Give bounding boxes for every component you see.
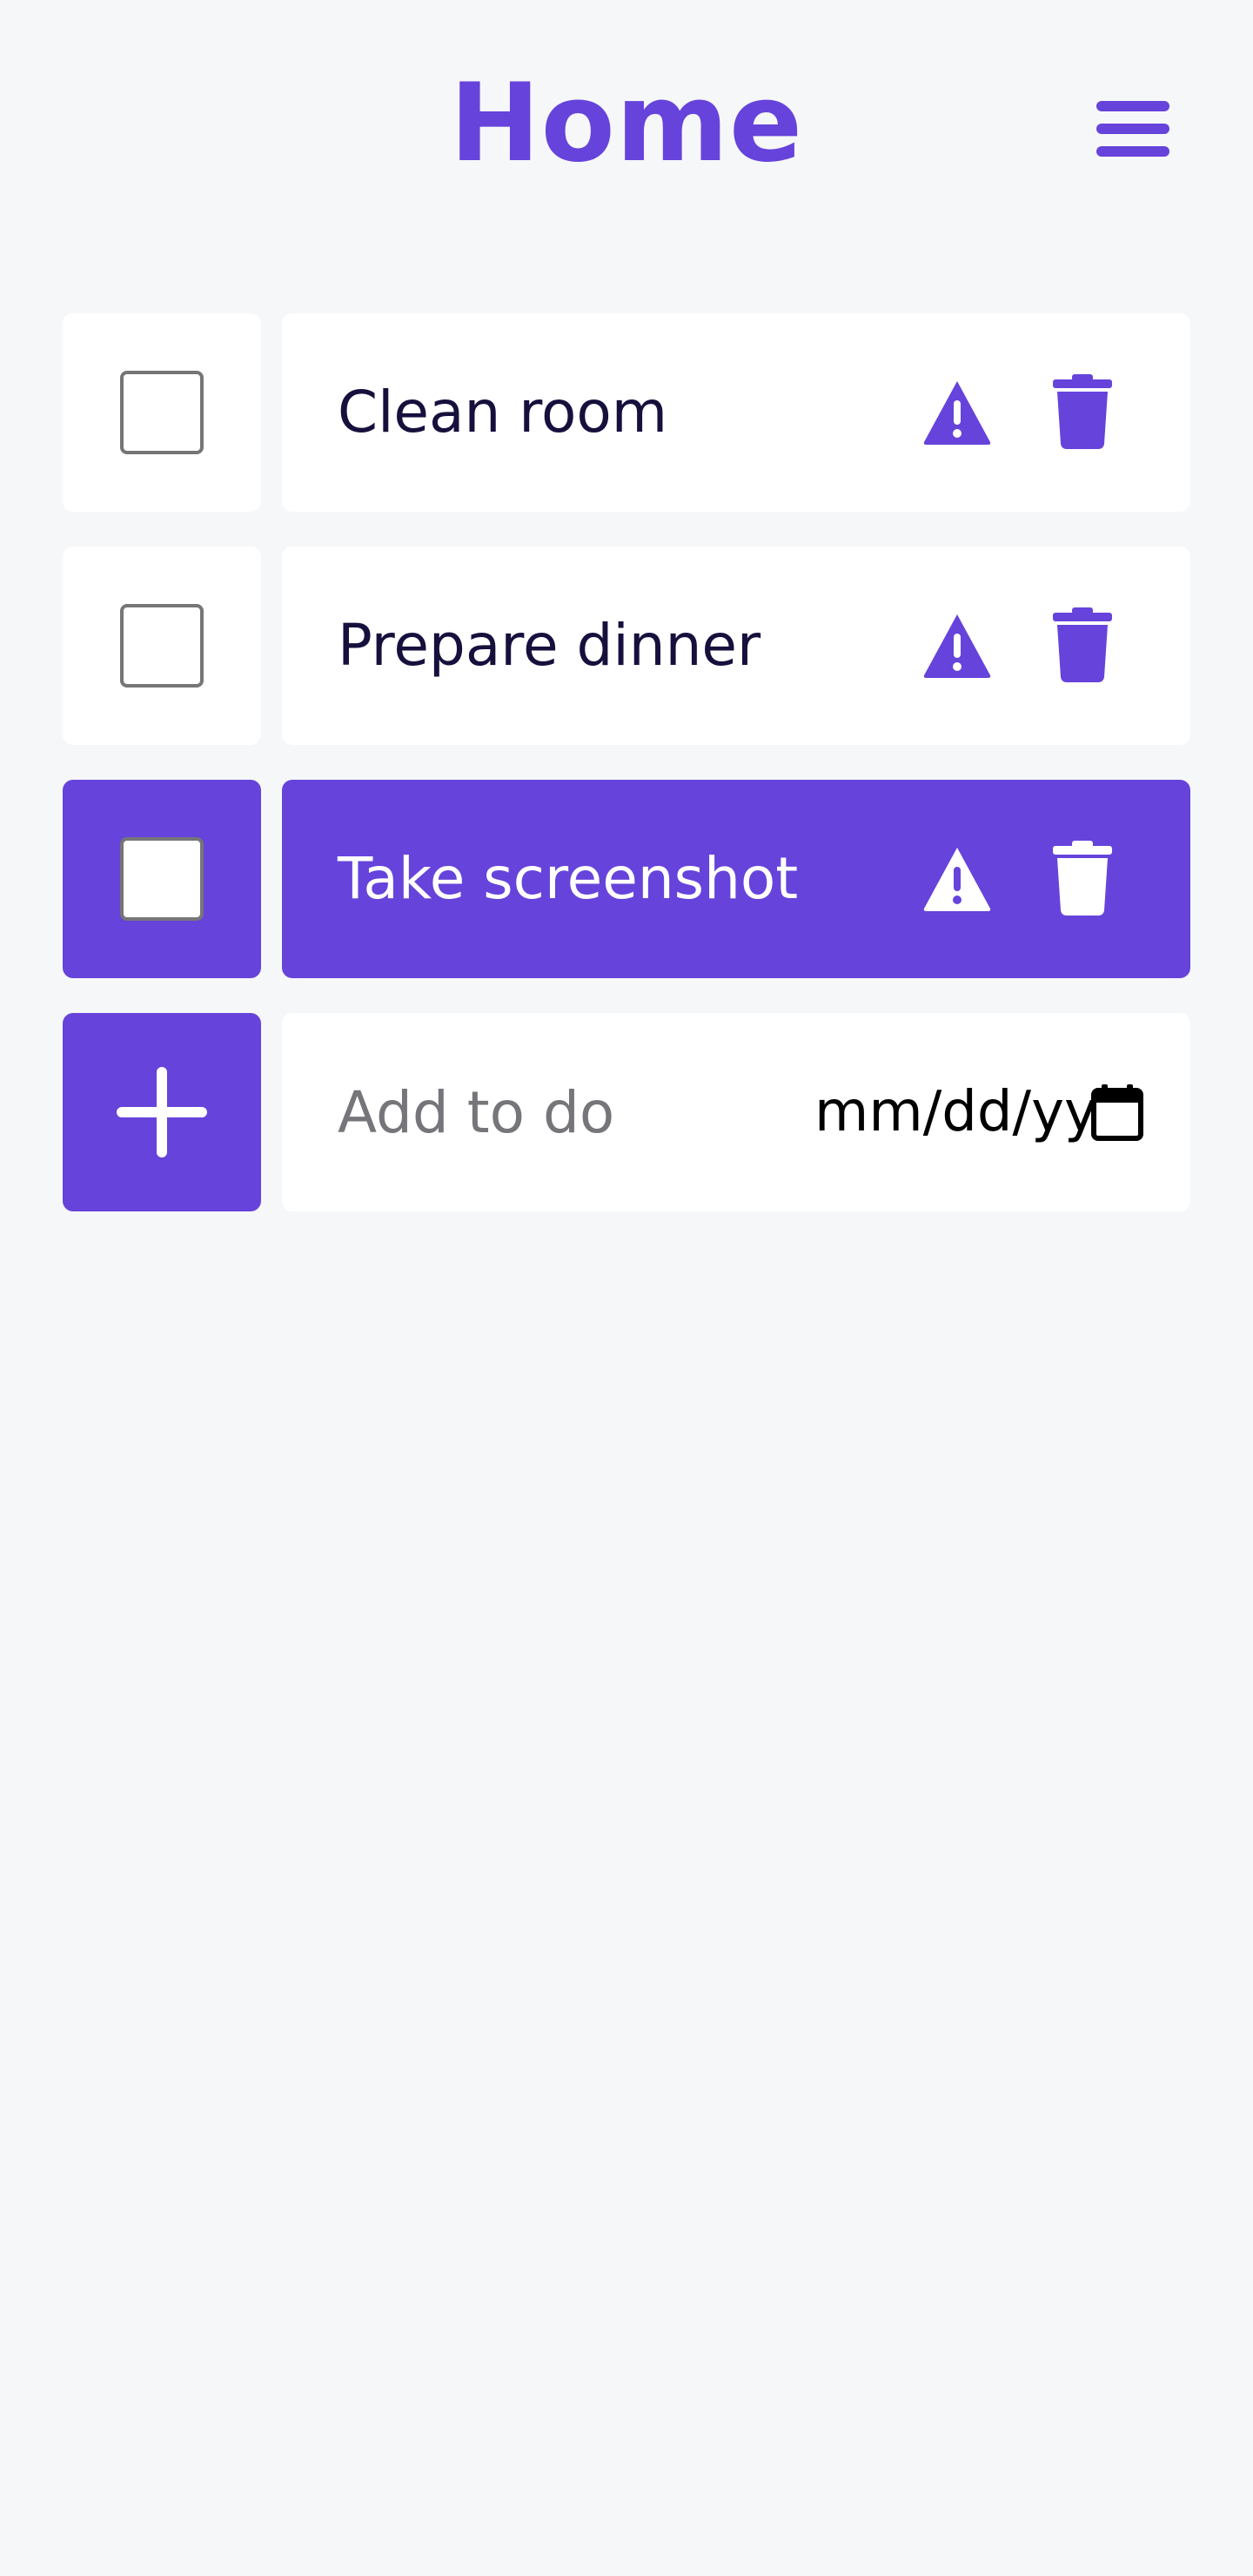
add-todo-input[interactable]	[338, 1063, 703, 1162]
due-date-input[interactable]: mm/dd/yyyy	[814, 1063, 1145, 1162]
todo-checkbox-cell	[63, 313, 261, 512]
warning-icon[interactable]	[922, 844, 992, 914]
trash-icon[interactable]	[1051, 374, 1114, 449]
add-todo-form: mm/dd/yyyy	[63, 1013, 1190, 1211]
todo-checkbox-cell	[63, 780, 261, 978]
todo-label: Clean room	[338, 379, 668, 446]
todo-checkbox[interactable]	[120, 604, 204, 688]
todo-card[interactable]: Clean room	[282, 313, 1190, 512]
trash-icon[interactable]	[1051, 607, 1114, 682]
header: Home	[0, 0, 1253, 244]
date-placeholder: mm/dd/yyyy	[814, 1080, 1093, 1144]
hamburger-menu-icon[interactable]	[1091, 87, 1175, 171]
todo-label: Take screenshot	[338, 845, 799, 912]
warning-icon[interactable]	[922, 611, 992, 681]
todo-card[interactable]: Prepare dinner	[282, 547, 1190, 745]
add-todo-button[interactable]	[63, 1013, 261, 1211]
todo-checkbox[interactable]	[120, 371, 204, 454]
todo-card[interactable]: Take screenshot	[282, 780, 1190, 978]
plus-icon	[117, 1067, 207, 1157]
menu-bar	[1096, 124, 1169, 134]
add-todo-card: mm/dd/yyyy	[282, 1013, 1190, 1211]
todo-item: Clean room	[63, 313, 1190, 512]
trash-icon[interactable]	[1051, 841, 1114, 916]
todo-checkbox-cell	[63, 547, 261, 745]
calendar-icon[interactable]	[1089, 1083, 1145, 1142]
todo-checkbox[interactable]	[120, 837, 204, 921]
page-title: Home	[449, 61, 804, 186]
todo-label: Prepare dinner	[338, 612, 761, 679]
menu-bar	[1096, 101, 1169, 111]
todo-item-active: Take screenshot	[63, 780, 1190, 978]
menu-bar	[1096, 146, 1169, 157]
warning-icon[interactable]	[922, 378, 992, 447]
todo-item: Prepare dinner	[63, 547, 1190, 745]
